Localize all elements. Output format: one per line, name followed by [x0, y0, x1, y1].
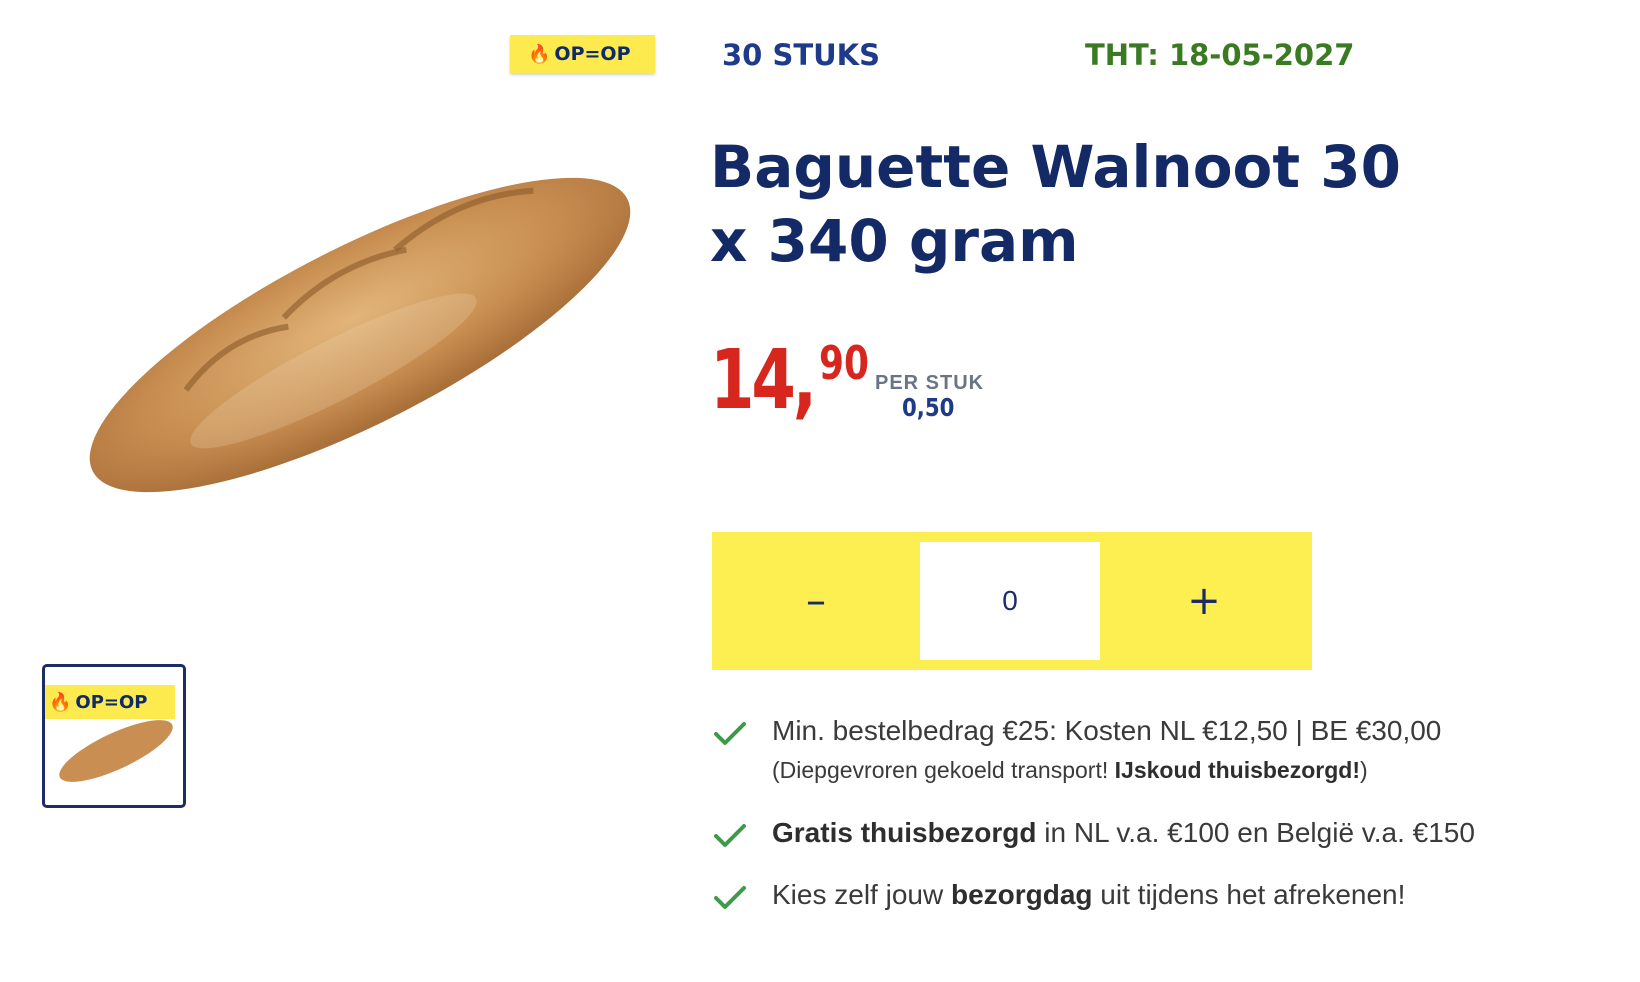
- check-icon: [714, 722, 746, 745]
- benefits-list: Min. bestelbedrag €25: Kosten NL €12,50 …: [712, 712, 1592, 938]
- list-item: Min. bestelbedrag €25: Kosten NL €12,50 …: [712, 712, 1592, 790]
- baguette-thumb-image: [59, 720, 173, 782]
- op-op-badge: 🔥 OP=OP: [510, 35, 655, 73]
- benefit-text: Min. bestelbedrag €25: Kosten NL €12,50 …: [772, 712, 1441, 790]
- decrease-quantity-button[interactable]: –: [712, 532, 920, 670]
- check-icon: [714, 886, 746, 909]
- badge-label: OP=OP: [554, 43, 631, 65]
- best-before-date: THT: 18-05-2027: [1085, 38, 1355, 72]
- flame-icon: 🔥: [528, 43, 551, 65]
- min-order-text: Min. bestelbedrag €25: Kosten NL €12,50 …: [772, 715, 1442, 746]
- free-delivery-text: Gratis thuisbezorgd in NL v.a. €100 en B…: [772, 814, 1475, 852]
- price-integer: 14,: [710, 333, 817, 428]
- list-item: Gratis thuisbezorgd in NL v.a. €100 en B…: [712, 814, 1592, 852]
- increase-quantity-button[interactable]: +: [1100, 532, 1308, 670]
- transport-note-bold: IJskoud thuisbezorgd!: [1114, 757, 1360, 783]
- product-price: 14, 90: [710, 338, 883, 424]
- price-decimals: 90: [819, 336, 870, 390]
- quantity-input[interactable]: [920, 542, 1100, 660]
- transport-note-prefix: (Diepgevroren gekoeld transport!: [772, 757, 1115, 783]
- pack-quantity: 30 STUKS: [722, 38, 881, 72]
- delivery-day-bold: bezorgdag: [950, 879, 1093, 910]
- delivery-day-prefix: Kies zelf jouw: [772, 879, 951, 910]
- delivery-day-suffix: uit tijdens het afrekenen!: [1092, 879, 1406, 910]
- product-title: Baguette Walnoot 30 x 340 gram: [710, 133, 1402, 275]
- check-icon: [714, 824, 746, 847]
- product-thumbnail[interactable]: 🔥 OP=OP: [42, 664, 186, 808]
- list-item: Kies zelf jouw bezorgdag uit tijdens het…: [712, 876, 1592, 914]
- per-unit-price: 0,50: [902, 393, 955, 422]
- free-delivery-suffix: in NL v.a. €100 en België v.a. €150: [1036, 817, 1475, 848]
- transport-note: (Diepgevroren gekoeld transport! IJskoud…: [772, 750, 1441, 790]
- free-delivery-bold: Gratis thuisbezorgd: [772, 817, 1037, 848]
- transport-note-suffix: ): [1359, 757, 1368, 783]
- product-image-area: 🔥 OP=OP: [40, 30, 665, 530]
- per-unit-label: PER STUK: [875, 372, 985, 394]
- delivery-day-text: Kies zelf jouw bezorgdag uit tijdens het…: [772, 876, 1405, 914]
- quantity-stepper: – +: [712, 532, 1312, 670]
- baguette-image: [89, 177, 631, 493]
